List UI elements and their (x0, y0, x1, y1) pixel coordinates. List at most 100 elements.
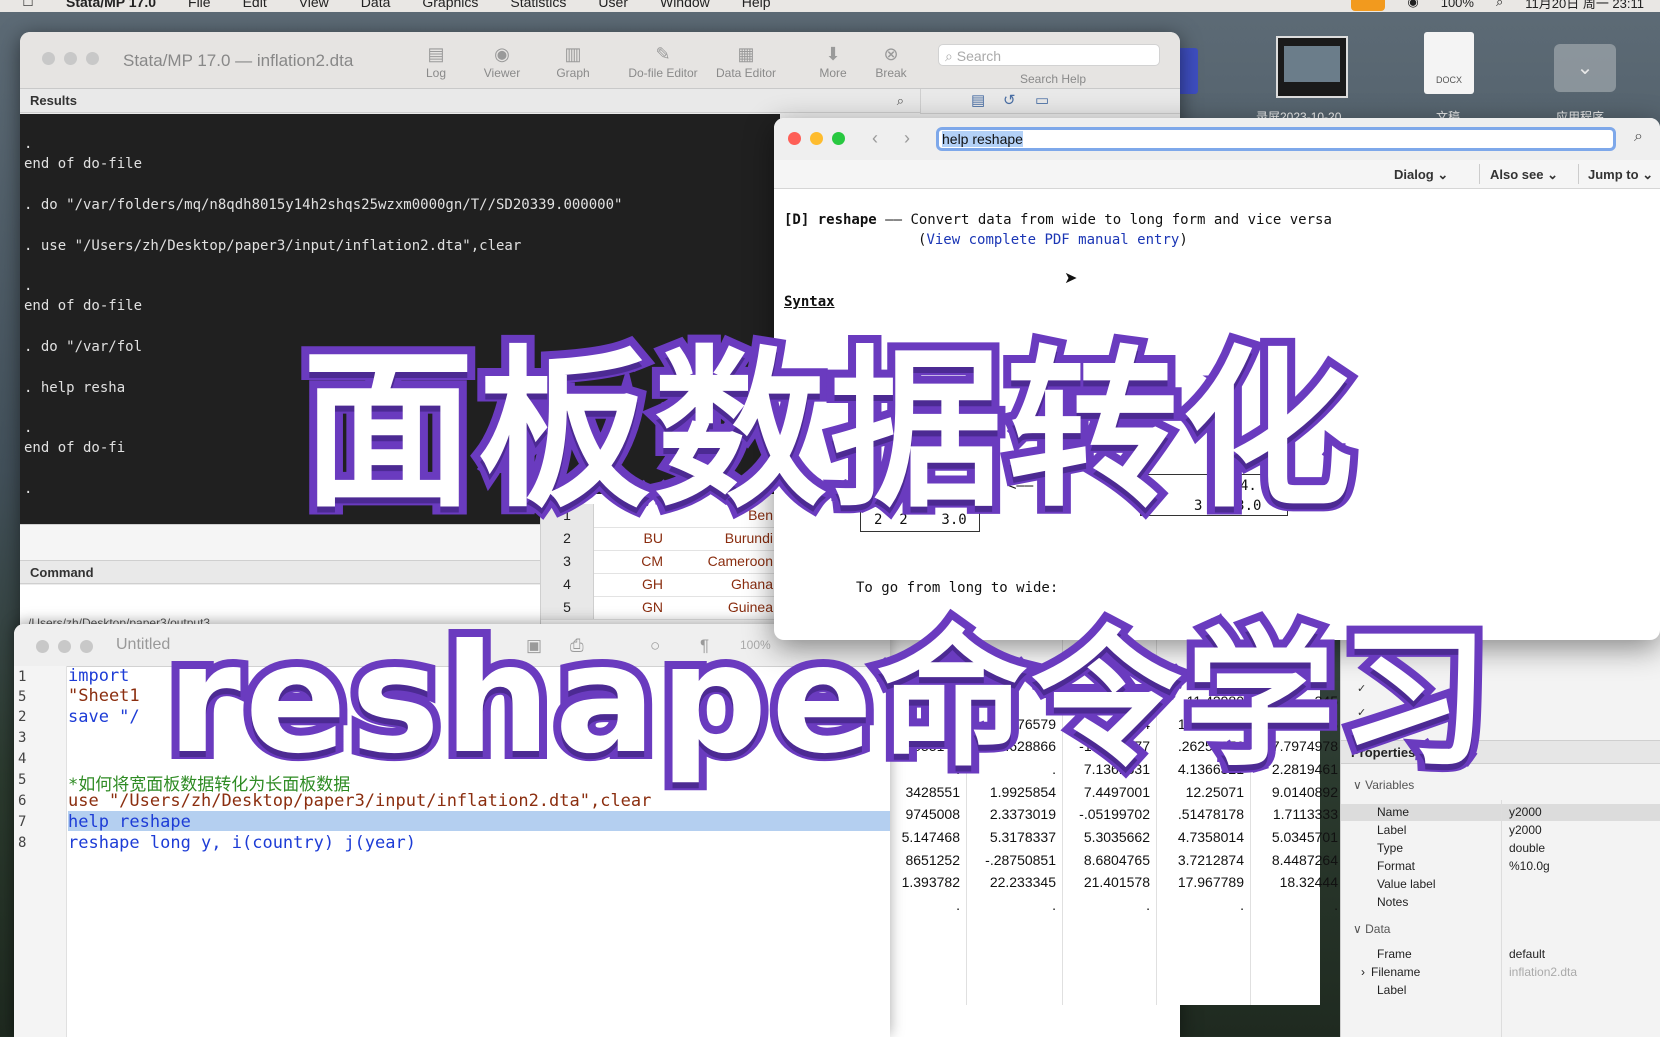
zoom-icon[interactable] (86, 52, 99, 65)
data-editor-button[interactable]: ▦ Data Editor (704, 44, 788, 80)
data-grid-cell[interactable]: . (1052, 897, 1056, 913)
also-see-button[interactable]: Also see ⌄ (1490, 167, 1558, 183)
data-grid-cell[interactable]: . (956, 897, 960, 913)
menu-view[interactable]: View (299, 0, 329, 10)
minimize-icon[interactable] (64, 52, 77, 65)
help-address-input[interactable]: help reshape (936, 127, 1616, 151)
break-x-icon: ⊗ (883, 44, 899, 64)
menu-edit[interactable]: Edit (243, 0, 267, 10)
data-grid-cell[interactable]: 5.147468 (902, 829, 960, 845)
back-icon[interactable]: ‹ (872, 128, 878, 149)
desktop-folder-icon[interactable]: ⌄ (1554, 44, 1616, 92)
minimize-icon[interactable] (810, 132, 823, 145)
desktop-docx-icon[interactable]: DOCX (1424, 32, 1474, 94)
menu-statistics[interactable]: Statistics (510, 0, 566, 10)
data-grid-cell[interactable]: 1.7113333 (1273, 806, 1338, 822)
help-toolbar: Dialog ⌄ Also see ⌄ Jump to ⌄ (774, 160, 1660, 189)
data-grid-cell[interactable]: 9745008 (905, 806, 960, 822)
menu-user[interactable]: User (598, 0, 628, 10)
menu-data[interactable]: Data (361, 0, 391, 10)
data-grid-cell[interactable]: 17.967789 (1178, 874, 1244, 890)
menu-app[interactable]: Stata/MP 17.0 (66, 0, 156, 10)
data-grid-cell[interactable]: 5.0345701 (1272, 829, 1338, 845)
menu-window[interactable]: Window (660, 0, 710, 10)
find-icon[interactable]: ⌕ (897, 89, 904, 113)
data-grid-cell[interactable]: . (1240, 897, 1244, 913)
bar-chart-icon: ▥ (564, 44, 582, 64)
break-button[interactable]: ⊗ Break (856, 44, 926, 80)
pdf-manual-link[interactable]: View complete PDF manual entry (926, 232, 1179, 248)
history-icon[interactable]: ↺ (1003, 91, 1016, 109)
folder-icon[interactable]: ▭ (1035, 91, 1049, 109)
code-line: help reshape (68, 812, 191, 832)
log-icon: ▤ (427, 44, 445, 64)
data-grid-cell[interactable]: . (1146, 897, 1150, 913)
search-icon[interactable]: ⌕ (1496, 0, 1503, 10)
search-input[interactable]: ⌕ Search (938, 44, 1160, 66)
data-grid-cell[interactable]: 18.32444 (1280, 874, 1338, 890)
chevron-down-icon: ⌄ (1642, 167, 1654, 182)
table-row[interactable]: 3 CM Cameroon (541, 550, 781, 574)
log-button[interactable]: ▤ Log (401, 44, 471, 80)
jump-to-button[interactable]: Jump to ⌄ (1588, 167, 1653, 183)
microphone-indicator-icon[interactable] (1351, 0, 1386, 11)
menu-file[interactable]: File (188, 0, 211, 10)
overlay-title-line1: 面板数据转化 (294, 322, 1362, 539)
dofile-editor-button[interactable]: ✎ Do-file Editor (618, 44, 708, 80)
data-grid-cell[interactable]: 5.3035662 (1084, 829, 1150, 845)
property-value[interactable]: %10.0g (1509, 859, 1550, 873)
data-grid-cell[interactable]: 8651252 (905, 852, 960, 868)
desktop-recording-thumbnail[interactable] (1276, 36, 1348, 98)
forward-icon[interactable]: › (904, 128, 910, 149)
mouse-cursor-icon: ➤ (1064, 270, 1078, 287)
clock[interactable]: 11月20日 周一 23:11 (1525, 0, 1644, 12)
graph-button[interactable]: ▥ Graph (538, 44, 608, 80)
close-icon[interactable] (788, 132, 801, 145)
data-grid-cell[interactable]: 5.3178337 (990, 829, 1056, 845)
close-icon[interactable] (42, 52, 55, 65)
review-list-icon[interactable]: ▤ (971, 91, 985, 109)
battery-label[interactable]: 100% (1441, 0, 1474, 10)
property-value[interactable]: y2000 (1509, 805, 1542, 819)
data-grid-cell[interactable]: 2.3373019 (990, 806, 1056, 822)
menu-graphics[interactable]: Graphics (422, 0, 478, 10)
data-grid-cell[interactable]: . (1334, 897, 1338, 913)
property-value[interactable]: double (1509, 841, 1545, 855)
results-line: . (24, 136, 33, 152)
overlay-title-line2: reshape命令学习 (159, 605, 1497, 795)
review-pane-header: ▤ ↺ ▭ (920, 89, 1180, 114)
property-key: Label (1377, 823, 1407, 837)
data-grid-cell[interactable]: 3.7212874 (1178, 852, 1244, 868)
chevron-down-icon: ⌄ (1547, 167, 1559, 182)
data-grid-cell[interactable]: 22.233345 (990, 874, 1056, 890)
zoom-icon[interactable] (832, 132, 845, 145)
data-grid-cell[interactable]: -.28750851 (985, 852, 1056, 868)
property-value[interactable]: y2000 (1509, 823, 1542, 837)
chevron-down-icon: ⌄ (1437, 167, 1449, 182)
data-grid-cell[interactable]: 8.4487264 (1272, 852, 1338, 868)
dialog-button[interactable]: Dialog ⌄ (1394, 167, 1448, 183)
property-value[interactable]: default (1509, 947, 1545, 961)
results-line: . do "/var/folders/mq/n8qdh8015y14h2shqs… (24, 197, 623, 213)
data-grid-cell[interactable]: -.05199702 (1079, 806, 1150, 822)
data-section-toggle[interactable]: ∨ Data (1353, 922, 1390, 936)
chevron-right-icon[interactable]: › (1361, 965, 1365, 979)
search-icon[interactable]: ⌕ (1634, 128, 1643, 146)
menu-help[interactable]: Help (742, 0, 771, 10)
viewer-button[interactable]: ◉ Viewer (467, 44, 537, 80)
data-grid-cell[interactable]: 8.6804765 (1084, 852, 1150, 868)
property-key: Value label (1377, 877, 1436, 891)
data-grid-cell[interactable]: 21.401578 (1084, 874, 1150, 890)
data-grid-cell[interactable]: 1.393782 (902, 874, 960, 890)
property-key: Name (1377, 805, 1410, 819)
stata-titlebar: Stata/MP 17.0 — inflation2.dta ▤ Log ◉ Vie… (20, 32, 1180, 89)
dofile-icon: ✎ (655, 44, 671, 64)
current-line-highlight (68, 811, 890, 831)
property-key: Frame (1377, 947, 1412, 961)
apple-icon[interactable]:  (22, 0, 34, 11)
data-grid-cell[interactable]: 4.7358014 (1178, 829, 1244, 845)
data-grid-cell[interactable]: .51478178 (1178, 806, 1244, 822)
property-value[interactable]: inflation2.dta (1509, 965, 1577, 979)
menu-bar:  Stata/MP 17.0 File Edit View Data Grap… (0, 0, 1660, 12)
wifi-icon[interactable]: ◉ (1407, 0, 1418, 10)
